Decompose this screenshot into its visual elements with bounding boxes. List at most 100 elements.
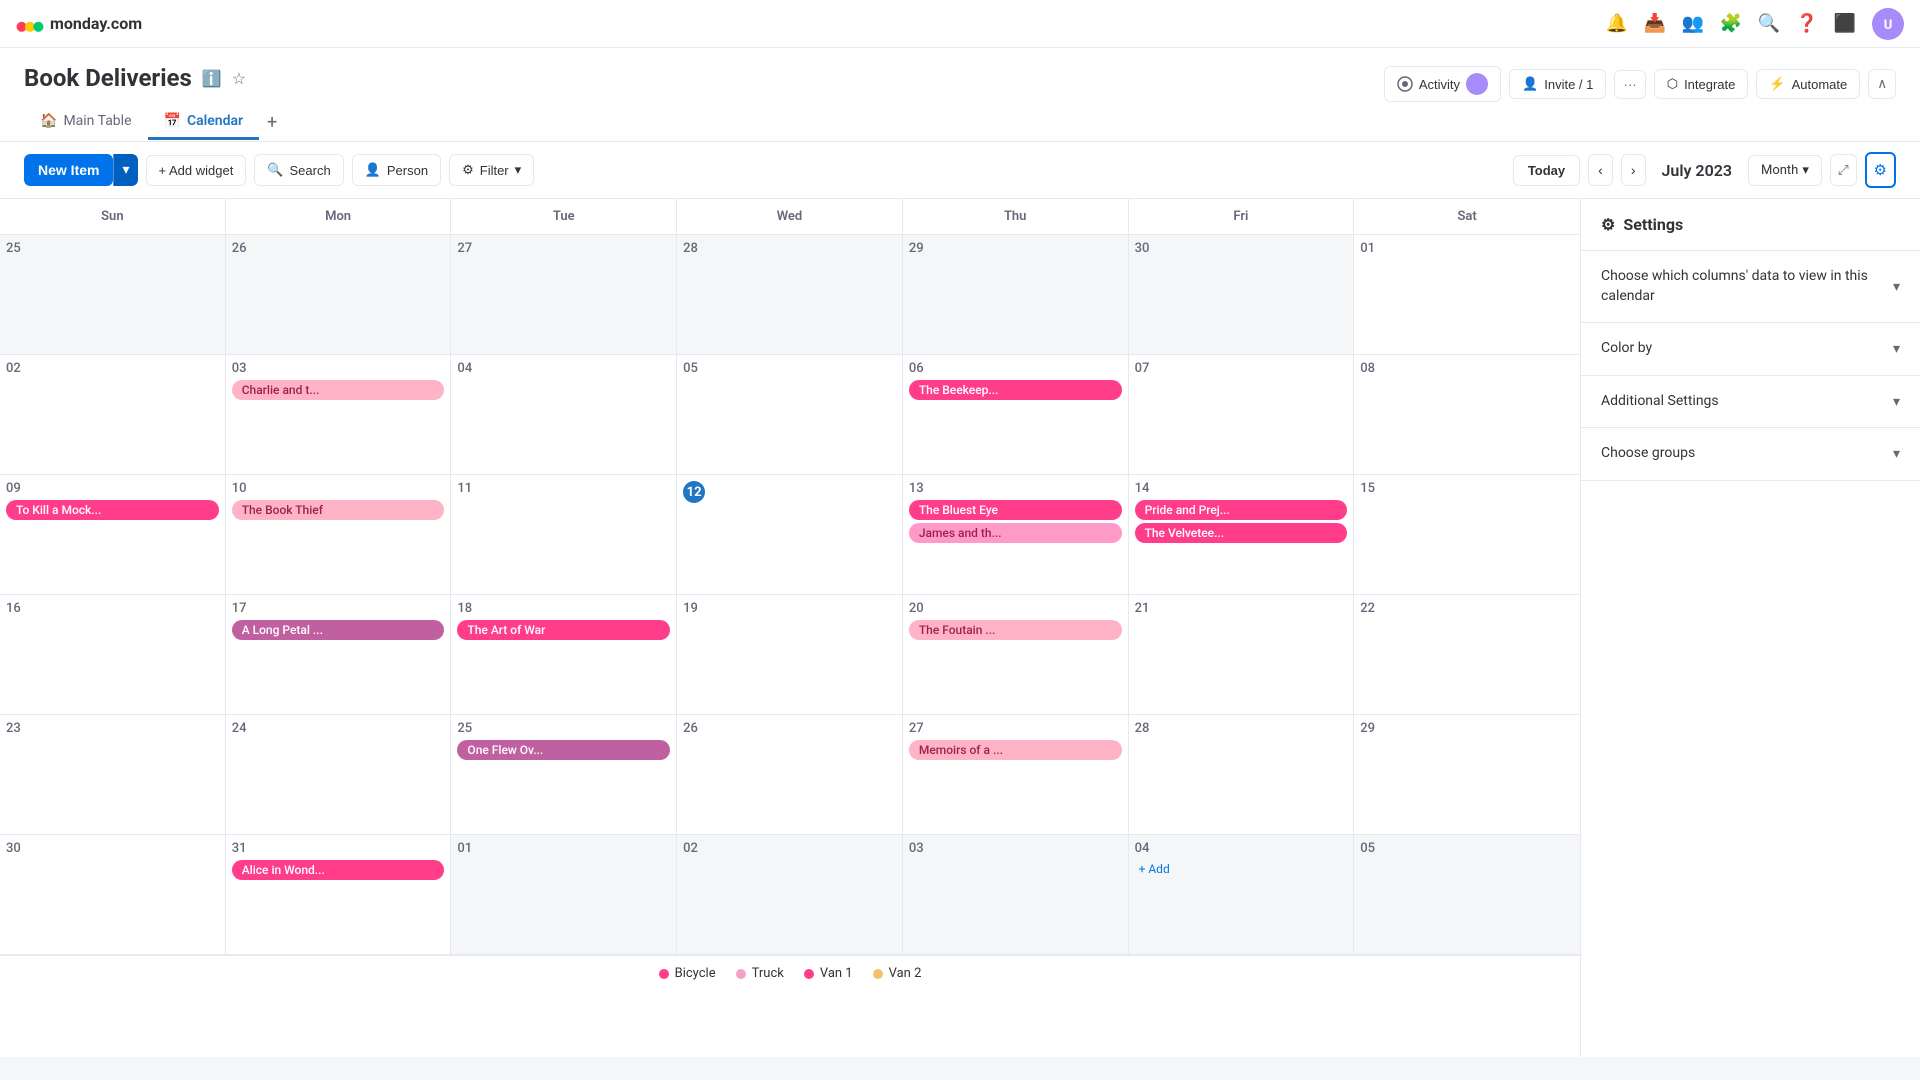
- cal-cell[interactable]: 02: [677, 835, 903, 955]
- info-icon[interactable]: ℹ️: [202, 69, 222, 88]
- cal-cell[interactable]: 24: [226, 715, 452, 835]
- logo[interactable]: monday.com: [16, 10, 142, 38]
- day-header-sat: Sat: [1354, 199, 1580, 234]
- activity-button[interactable]: Activity: [1384, 66, 1501, 102]
- settings-color-label: Color by: [1601, 339, 1652, 359]
- next-month-button[interactable]: ›: [1621, 154, 1646, 186]
- legend-dot: [736, 969, 746, 979]
- person-button[interactable]: 👤 Person: [352, 154, 441, 186]
- cal-cell[interactable]: 20The Foutain ...: [903, 595, 1129, 715]
- cal-cell[interactable]: 21: [1129, 595, 1355, 715]
- calendar-event[interactable]: Charlie and t...: [232, 380, 445, 400]
- calendar-event[interactable]: One Flew Ov...: [457, 740, 670, 760]
- help-icon[interactable]: ❓: [1796, 13, 1818, 35]
- tab-main-table[interactable]: 🏠 Main Table: [24, 105, 148, 140]
- cal-cell[interactable]: 07: [1129, 355, 1355, 475]
- cal-cell[interactable]: 25: [0, 235, 226, 355]
- avatar[interactable]: U: [1872, 8, 1904, 40]
- cal-cell[interactable]: 14Pride and Prej...The Velvetee...: [1129, 475, 1355, 595]
- new-item-button[interactable]: New Item: [24, 154, 113, 186]
- expand-button[interactable]: ⤢: [1830, 154, 1857, 186]
- legend-label: Van 2: [889, 966, 922, 981]
- puzzle-icon[interactable]: 🧩: [1720, 13, 1742, 35]
- people-icon[interactable]: 👥: [1682, 13, 1704, 35]
- cal-cell[interactable]: 04+ Add: [1129, 835, 1355, 955]
- add-event-button[interactable]: + Add: [1135, 860, 1348, 878]
- cal-cell[interactable]: 18The Art of War: [451, 595, 677, 715]
- calendar-event[interactable]: The Art of War: [457, 620, 670, 640]
- calendar-event[interactable]: A Long Petal ...: [232, 620, 445, 640]
- cal-cell[interactable]: 17A Long Petal ...: [226, 595, 452, 715]
- collapse-button[interactable]: ∧: [1868, 69, 1896, 99]
- cal-cell[interactable]: 25One Flew Ov...: [451, 715, 677, 835]
- calendar-event[interactable]: Pride and Prej...: [1135, 500, 1348, 520]
- cal-cell[interactable]: 01: [451, 835, 677, 955]
- search-button[interactable]: 🔍 Search: [254, 154, 343, 186]
- invite-button[interactable]: 👤 Invite / 1: [1509, 69, 1606, 99]
- cal-cell[interactable]: 15: [1354, 475, 1580, 595]
- cal-cell[interactable]: 03: [903, 835, 1129, 955]
- calendar-event[interactable]: James and th...: [909, 523, 1122, 543]
- cal-cell[interactable]: 02: [0, 355, 226, 475]
- settings-groups-label: Choose groups: [1601, 444, 1695, 464]
- settings-color-row[interactable]: Color by ▾: [1581, 323, 1920, 375]
- cal-cell[interactable]: 03Charlie and t...: [226, 355, 452, 475]
- apps-icon[interactable]: ⬛: [1834, 13, 1856, 35]
- add-widget-button[interactable]: + Add widget: [146, 155, 247, 186]
- cal-cell[interactable]: 11: [451, 475, 677, 595]
- inbox-icon[interactable]: 📥: [1644, 13, 1666, 35]
- automate-button[interactable]: ⚡ Automate: [1756, 69, 1860, 99]
- filter-button[interactable]: ⚙ Filter ▾: [449, 154, 534, 186]
- cal-cell[interactable]: 06The Beekeep...: [903, 355, 1129, 475]
- add-view-button[interactable]: +: [259, 104, 285, 141]
- integrate-icon: ⬡: [1667, 76, 1678, 92]
- cal-cell[interactable]: 16: [0, 595, 226, 715]
- cal-cell[interactable]: 29: [1354, 715, 1580, 835]
- calendar-event[interactable]: To Kill a Mock...: [6, 500, 219, 520]
- cal-cell[interactable]: 19: [677, 595, 903, 715]
- settings-columns-row[interactable]: Choose which columns' data to view in th…: [1581, 251, 1920, 322]
- settings-additional-row[interactable]: Additional Settings ▾: [1581, 376, 1920, 428]
- cal-cell[interactable]: 13The Bluest EyeJames and th...: [903, 475, 1129, 595]
- cal-cell[interactable]: 05: [677, 355, 903, 475]
- calendar-event[interactable]: The Book Thief: [232, 500, 445, 520]
- tabs: 🏠 Main Table 📅 Calendar +: [24, 104, 1896, 141]
- cal-cell[interactable]: 08: [1354, 355, 1580, 475]
- cal-cell[interactable]: 05: [1354, 835, 1580, 955]
- cal-cell[interactable]: 12: [677, 475, 903, 595]
- cal-cell[interactable]: 26: [677, 715, 903, 835]
- more-button[interactable]: ···: [1614, 70, 1645, 99]
- cal-cell[interactable]: 30: [1129, 235, 1355, 355]
- calendar-settings-button[interactable]: ⚙: [1865, 152, 1896, 188]
- cal-cell[interactable]: 29: [903, 235, 1129, 355]
- calendar-event[interactable]: The Bluest Eye: [909, 500, 1122, 520]
- new-item-dropdown[interactable]: ▾: [113, 154, 137, 186]
- tab-calendar[interactable]: 📅 Calendar: [148, 105, 260, 140]
- cal-cell[interactable]: 26: [226, 235, 452, 355]
- calendar-event[interactable]: The Velvetee...: [1135, 523, 1348, 543]
- calendar-event[interactable]: Alice in Wond...: [232, 860, 445, 880]
- settings-groups-row[interactable]: Choose groups ▾: [1581, 428, 1920, 480]
- cal-cell[interactable]: 30: [0, 835, 226, 955]
- cal-cell[interactable]: 22: [1354, 595, 1580, 715]
- bell-icon[interactable]: 🔔: [1606, 13, 1628, 35]
- cal-cell[interactable]: 27: [451, 235, 677, 355]
- cal-cell[interactable]: 04: [451, 355, 677, 475]
- calendar-event[interactable]: Memoirs of a ...: [909, 740, 1122, 760]
- integrate-button[interactable]: ⬡ Integrate: [1654, 69, 1749, 99]
- prev-month-button[interactable]: ‹: [1588, 154, 1613, 186]
- cal-cell[interactable]: 01: [1354, 235, 1580, 355]
- cal-cell[interactable]: 31Alice in Wond...: [226, 835, 452, 955]
- cal-cell[interactable]: 28: [1129, 715, 1355, 835]
- star-icon[interactable]: ☆: [232, 69, 246, 88]
- month-view-select[interactable]: Month ▾: [1748, 155, 1822, 186]
- cal-cell[interactable]: 10The Book Thief: [226, 475, 452, 595]
- calendar-event[interactable]: The Foutain ...: [909, 620, 1122, 640]
- cal-cell[interactable]: 23: [0, 715, 226, 835]
- cal-cell[interactable]: 09To Kill a Mock...: [0, 475, 226, 595]
- calendar-event[interactable]: The Beekeep...: [909, 380, 1122, 400]
- search-icon[interactable]: 🔍: [1758, 13, 1780, 35]
- cal-cell[interactable]: 28: [677, 235, 903, 355]
- today-button[interactable]: Today: [1513, 155, 1580, 186]
- cal-cell[interactable]: 27Memoirs of a ...: [903, 715, 1129, 835]
